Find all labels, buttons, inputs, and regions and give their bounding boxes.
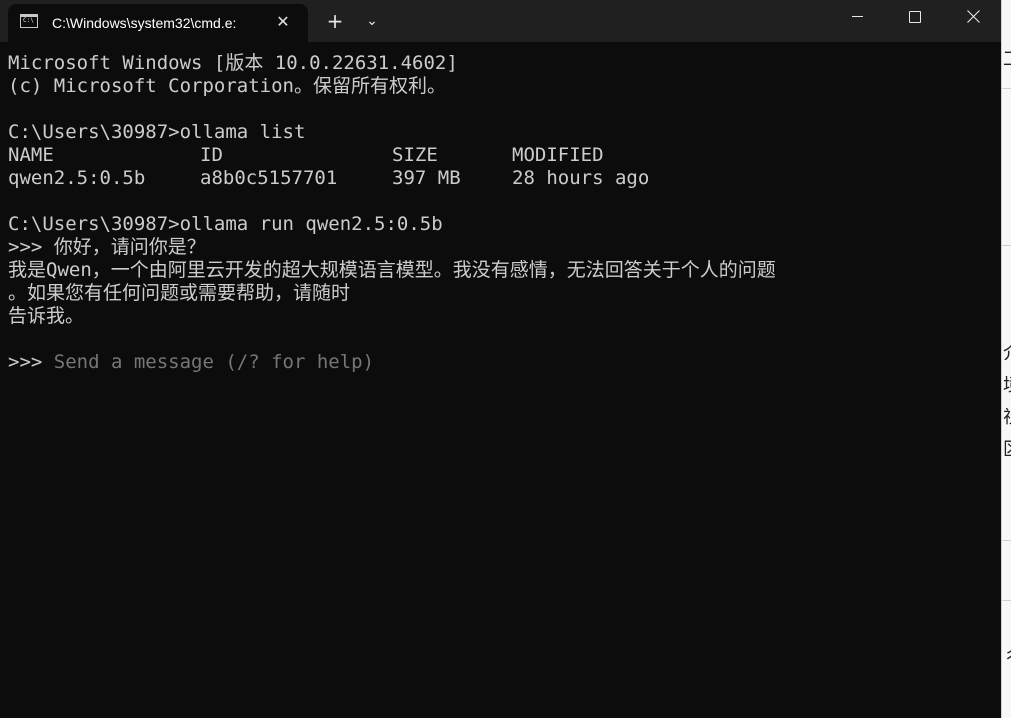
console-line: C:\Users\30987>ollama list — [8, 121, 306, 143]
console-line: (c) Microsoft Corporation。保留所有权利。 — [8, 75, 446, 97]
chevron-down-icon[interactable]: ⌄ — [358, 8, 386, 34]
assistant-reply-line: 。如果您有任何问题或需要帮助，请随时 — [8, 282, 351, 304]
console-line: C:\Users\30987>ollama run qwen2.5:0.5b — [8, 213, 443, 235]
minimize-button[interactable] — [828, 0, 886, 34]
model-id: a8b0c5157701 — [200, 167, 338, 189]
terminal-icon: C:\ — [20, 14, 38, 28]
tab-title: C:\Windows\system32\cmd.e: — [52, 15, 237, 31]
new-tab-button[interactable]: + — [320, 8, 350, 34]
background-text-fragment: 彳 — [1003, 648, 1011, 668]
minimize-icon — [852, 16, 863, 17]
close-button[interactable] — [944, 0, 1001, 34]
background-text-fragment: 区 — [1003, 440, 1011, 460]
column-header-id: ID — [200, 144, 223, 166]
background-text-fragment: 视 — [1003, 408, 1011, 428]
table-row: qwen2.5:0.5b a8b0c5157701 397 MB 28 hours a… — [8, 167, 998, 190]
background-window-edge: 工 介 境 视 区 彳 — [1001, 0, 1011, 718]
background-text-fragment: 介 — [1003, 344, 1011, 364]
table-header: NAME ID SIZE MODIFIED — [8, 144, 998, 167]
divider — [1002, 245, 1011, 246]
model-size: 397 MB — [392, 167, 461, 189]
prompt-symbol: >>> — [8, 351, 54, 373]
divider — [1002, 540, 1011, 541]
prompt-placeholder: Send a message (/? for help) — [53, 351, 375, 373]
model-name: qwen2.5:0.5b — [8, 167, 146, 189]
background-text-fragment: 工 — [1003, 50, 1011, 70]
console-output[interactable]: Microsoft Windows [版本 10.0.22631.4602] (… — [8, 52, 998, 374]
assistant-reply-line: 告诉我。 — [8, 305, 85, 327]
tab-close-icon[interactable]: ✕ — [272, 11, 294, 33]
tab-cmd[interactable]: C:\ C:\Windows\system32\cmd.e: ✕ — [8, 4, 308, 42]
console-line: Microsoft Windows [版本 10.0.22631.4602] — [8, 52, 458, 74]
column-header-name: NAME — [8, 144, 54, 166]
user-message: >>> 你好，请问你是？ — [8, 236, 206, 258]
divider — [1002, 600, 1011, 601]
background-text-fragment: 境 — [1003, 376, 1011, 396]
column-header-size: SIZE — [392, 144, 438, 166]
column-header-modified: MODIFIED — [512, 144, 604, 166]
maximize-icon — [909, 11, 921, 23]
model-modified: 28 hours ago — [512, 167, 650, 189]
close-icon — [967, 10, 980, 23]
terminal-window: C:\ C:\Windows\system32\cmd.e: ✕ + ⌄ Mic… — [0, 0, 1001, 718]
title-bar: C:\ C:\Windows\system32\cmd.e: ✕ + ⌄ — [0, 0, 1001, 42]
prompt-input[interactable]: >>> Send a message (/? for help) — [8, 351, 998, 374]
terminal-icon-label: C:\ — [23, 17, 34, 24]
maximize-button[interactable] — [886, 0, 944, 34]
divider — [1002, 88, 1011, 89]
assistant-reply-line: 我是Qwen，一个由阿里云开发的超大规模语言模型。我没有感情，无法回答关于个人的… — [8, 259, 776, 281]
